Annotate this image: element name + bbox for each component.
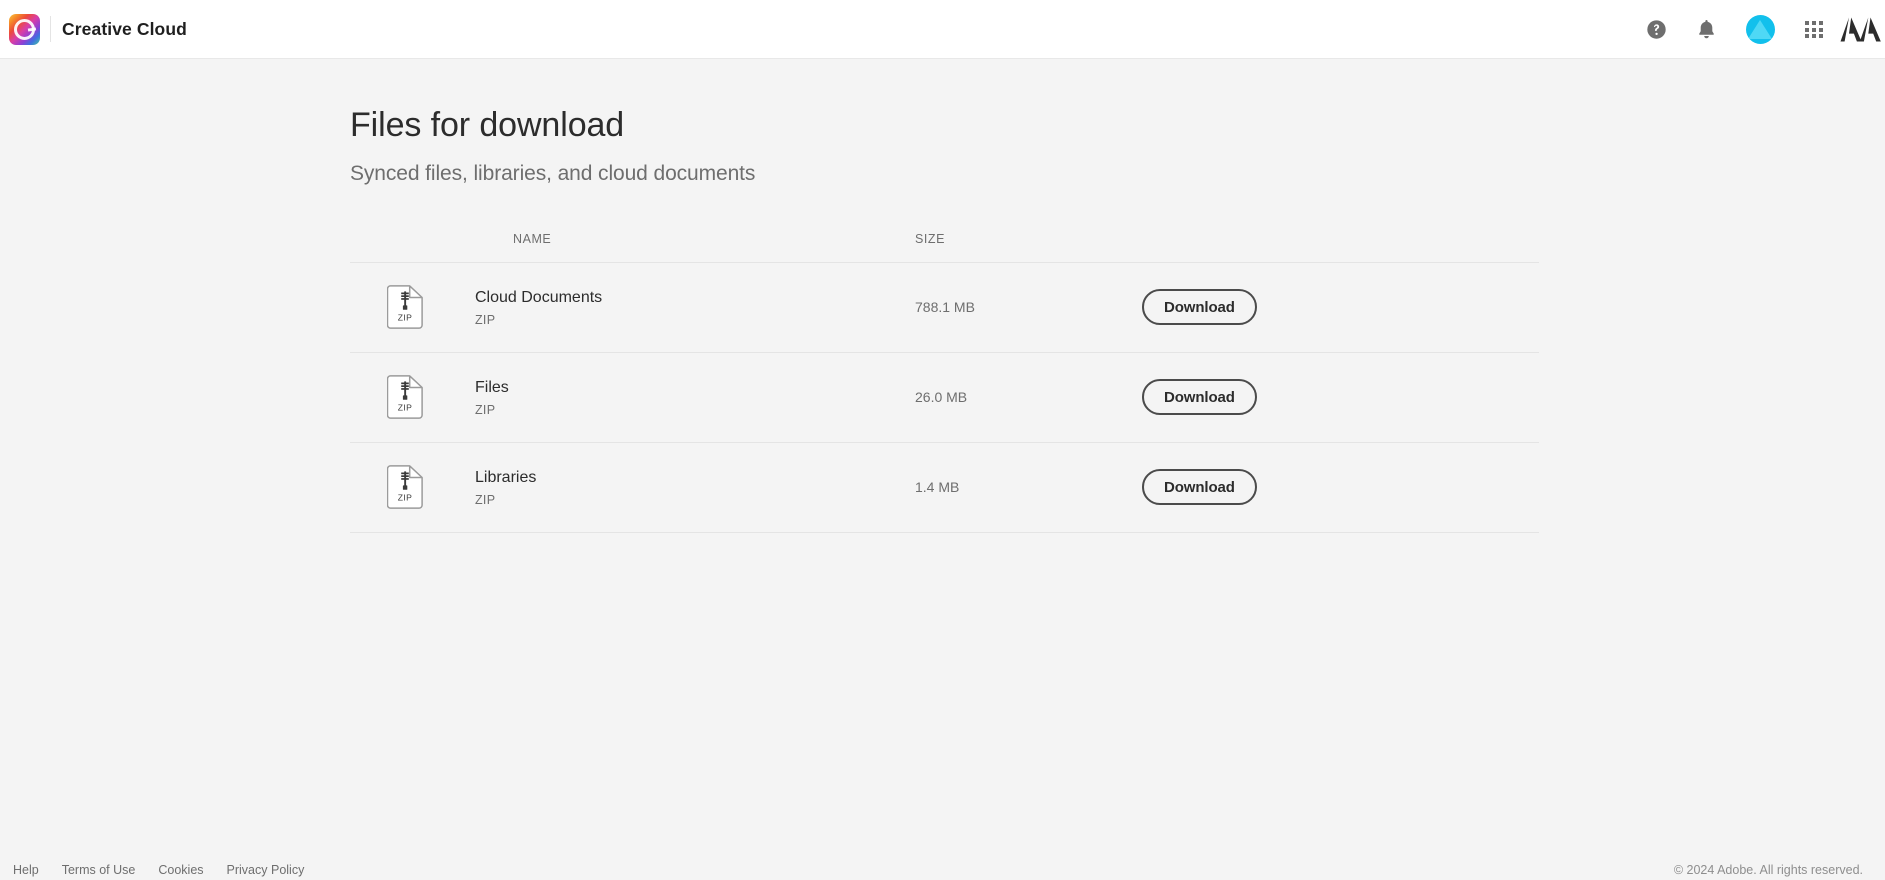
avatar-image xyxy=(1745,15,1775,44)
download-button[interactable]: Download xyxy=(1142,289,1257,326)
help-icon[interactable] xyxy=(1631,0,1681,59)
file-action-cell: Download xyxy=(1115,289,1539,326)
file-name-block: Libraries ZIP xyxy=(475,468,536,507)
adobe-logo-icon[interactable] xyxy=(1839,0,1885,59)
appbar-actions xyxy=(1631,0,1885,59)
file-type: ZIP xyxy=(475,312,496,327)
file-name: Libraries xyxy=(475,468,537,486)
user-avatar[interactable] xyxy=(1731,0,1789,59)
zip-icon-label: ZIP xyxy=(398,403,413,413)
file-type: ZIP xyxy=(475,492,496,507)
file-size: 788.1 MB xyxy=(915,299,975,316)
zip-file-icon: ZIP xyxy=(387,285,423,330)
page-title: Files for download xyxy=(350,106,625,144)
files-table: NAME SIZE ZIP Cloud Documents ZIP 788.1 … xyxy=(350,217,1539,533)
column-header-name: NAME xyxy=(513,232,552,247)
creative-cloud-logo-icon[interactable] xyxy=(9,13,40,45)
zip-icon-label: ZIP xyxy=(398,493,413,503)
page-header: Files for download Synced files, librari… xyxy=(0,59,1885,186)
page-subtitle: Synced files, libraries, and cloud docum… xyxy=(350,161,756,185)
file-action-cell: Download xyxy=(1115,379,1539,416)
notifications-bell-icon[interactable] xyxy=(1681,0,1731,59)
file-size: 26.0 MB xyxy=(915,389,968,406)
table-row: ZIP Cloud Documents ZIP 788.1 MB Downloa… xyxy=(350,263,1539,353)
file-name: Files xyxy=(475,378,509,396)
download-button[interactable]: Download xyxy=(1142,469,1257,506)
file-action-cell: Download xyxy=(1115,469,1539,506)
file-size: 1.4 MB xyxy=(915,479,960,496)
column-header-size: SIZE xyxy=(915,232,945,247)
download-button[interactable]: Download xyxy=(1142,379,1257,416)
zip-icon-label: ZIP xyxy=(398,313,413,323)
footer-link-help[interactable]: Help xyxy=(13,863,39,877)
table-row: ZIP Files ZIP 26.0 MB Download xyxy=(350,353,1539,443)
footer-copyright: © 2024 Adobe. All rights reserved. xyxy=(1673,863,1863,877)
page-footer: Help Terms of Use Cookies Privacy Policy… xyxy=(0,858,1885,880)
footer-link-privacy[interactable]: Privacy Policy xyxy=(227,863,305,877)
file-type: ZIP xyxy=(475,402,496,417)
footer-link-terms[interactable]: Terms of Use xyxy=(62,863,136,877)
column-header-size-cell: SIZE xyxy=(915,230,1115,248)
app-title: Creative Cloud xyxy=(62,18,187,39)
appbar-branding: Creative Cloud xyxy=(0,0,187,58)
file-name-block: Files ZIP xyxy=(475,378,509,417)
cc-glyph xyxy=(14,18,35,40)
footer-link-cookies[interactable]: Cookies xyxy=(158,863,203,877)
table-row: ZIP Libraries ZIP 1.4 MB Download xyxy=(350,443,1539,533)
file-name-cell: ZIP Libraries ZIP xyxy=(350,465,915,510)
table-header-row: NAME SIZE xyxy=(350,217,1539,263)
appbar-divider xyxy=(50,16,51,42)
grid-dots xyxy=(1805,20,1823,39)
file-name-cell: ZIP Cloud Documents ZIP xyxy=(350,285,915,330)
app-header-bar: Creative Cloud xyxy=(0,0,1885,59)
app-switcher-grid-icon[interactable] xyxy=(1789,0,1839,59)
file-name-cell: ZIP Files ZIP xyxy=(350,375,915,420)
zip-file-icon: ZIP xyxy=(387,465,423,510)
zip-file-icon: ZIP xyxy=(387,375,423,420)
file-name: Cloud Documents xyxy=(475,288,603,306)
footer-links: Help Terms of Use Cookies Privacy Policy xyxy=(13,863,304,877)
main-content: Files for download Synced files, librari… xyxy=(0,59,1885,533)
column-header-name-cell: NAME xyxy=(350,230,915,248)
file-name-block: Cloud Documents ZIP xyxy=(475,288,602,327)
